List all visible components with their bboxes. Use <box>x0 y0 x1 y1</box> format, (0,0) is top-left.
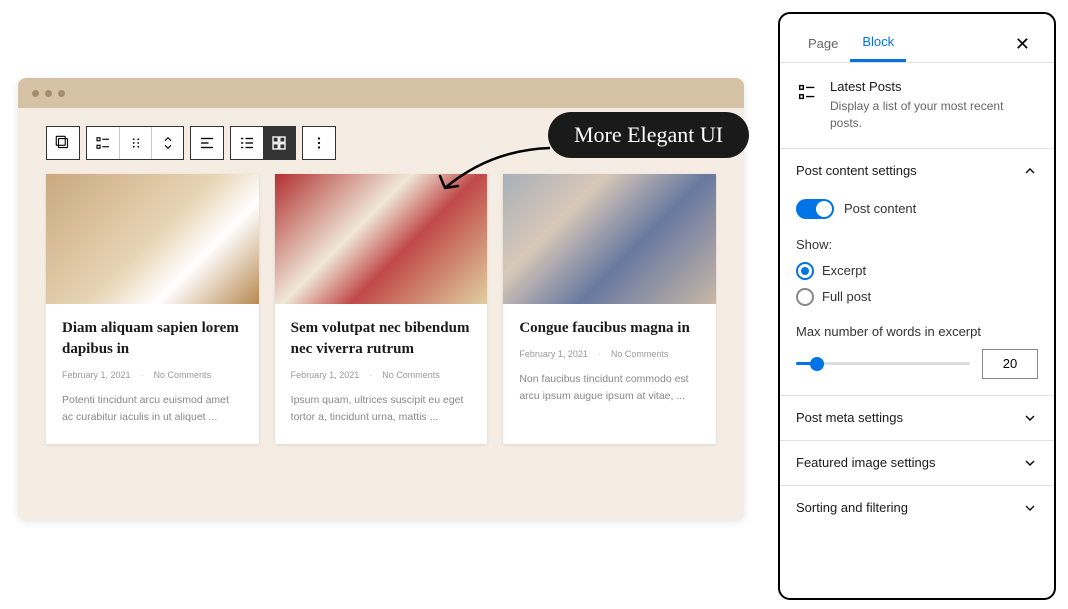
post-comments[interactable]: No Comments <box>154 370 212 380</box>
tab-block[interactable]: Block <box>850 26 906 62</box>
window-dot <box>58 90 65 97</box>
section-post-content[interactable]: Post content settings <box>780 148 1054 193</box>
posts-grid: Diam aliquam sapien lorem dapibus in Feb… <box>46 174 716 444</box>
excerpt-words-input[interactable] <box>982 349 1038 379</box>
chevron-down-icon <box>1022 500 1038 516</box>
post-card[interactable]: Congue faucibus magna in February 1, 202… <box>503 174 716 444</box>
post-comments[interactable]: No Comments <box>382 370 440 380</box>
section-sorting-filtering[interactable]: Sorting and filtering <box>780 485 1054 530</box>
latest-posts-icon <box>796 81 818 103</box>
post-title[interactable]: Diam aliquam sapien lorem dapibus in <box>62 318 243 360</box>
radio-excerpt[interactable]: Excerpt <box>796 262 1038 280</box>
show-label: Show: <box>796 237 1038 252</box>
post-featured-image <box>46 174 259 304</box>
radio-icon <box>796 262 814 280</box>
window-dot <box>32 90 39 97</box>
post-comments[interactable]: No Comments <box>611 349 669 359</box>
toggle-label: Post content <box>844 201 916 216</box>
list-view-button[interactable] <box>87 127 119 159</box>
post-excerpt: Ipsum quam, ultrices suscipit eu eget to… <box>291 392 472 426</box>
post-content-toggle[interactable] <box>796 199 834 219</box>
move-up-down-button[interactable] <box>151 127 183 159</box>
panel-tabs: Page Block ✕ <box>780 14 1054 63</box>
post-title[interactable]: Congue faucibus magna in <box>519 318 700 339</box>
post-meta: February 1, 2021 · No Comments <box>519 349 700 359</box>
post-card[interactable]: Diam aliquam sapien lorem dapibus in Feb… <box>46 174 259 444</box>
block-type-button[interactable] <box>47 127 79 159</box>
post-card[interactable]: Sem volutpat nec bibendum nec viverra ru… <box>275 174 488 444</box>
post-excerpt: Potenti tincidunt arcu euismod amet ac c… <box>62 392 243 426</box>
post-meta: February 1, 2021 · No Comments <box>291 370 472 380</box>
block-header: Latest Posts Display a list of your most… <box>780 63 1054 148</box>
post-meta: February 1, 2021 · No Comments <box>62 370 243 380</box>
settings-panel: Page Block ✕ Latest Posts Display a list… <box>778 12 1056 600</box>
slider-thumb[interactable] <box>810 357 824 371</box>
close-icon[interactable]: ✕ <box>1007 30 1038 59</box>
more-options-button[interactable] <box>303 127 335 159</box>
post-title[interactable]: Sem volutpat nec bibendum nec viverra ru… <box>291 318 472 360</box>
layout-list-button[interactable] <box>231 127 263 159</box>
block-description: Display a list of your most recent posts… <box>830 98 1038 132</box>
slider-label: Max number of words in excerpt <box>796 324 1038 339</box>
move-handle-button[interactable] <box>119 127 151 159</box>
radio-full-post[interactable]: Full post <box>796 288 1038 306</box>
align-button[interactable] <box>191 127 223 159</box>
post-date: February 1, 2021 <box>291 370 360 380</box>
callout-bubble: More Elegant UI <box>548 112 749 158</box>
section-post-meta[interactable]: Post meta settings <box>780 395 1054 440</box>
arrow-icon <box>430 140 560 210</box>
layout-grid-button[interactable] <box>263 127 295 159</box>
block-name: Latest Posts <box>830 79 1038 94</box>
tab-page[interactable]: Page <box>796 28 850 61</box>
chevron-down-icon <box>1022 455 1038 471</box>
chevron-up-icon <box>1022 163 1038 179</box>
excerpt-words-slider[interactable] <box>796 362 970 365</box>
post-date: February 1, 2021 <box>519 349 588 359</box>
post-excerpt: Non faucibus tincidunt commodo est arcu … <box>519 371 700 405</box>
post-date: February 1, 2021 <box>62 370 131 380</box>
section-featured-image[interactable]: Featured image settings <box>780 440 1054 485</box>
block-toolbar <box>46 126 336 160</box>
chevron-down-icon <box>1022 410 1038 426</box>
radio-icon <box>796 288 814 306</box>
window-dot <box>45 90 52 97</box>
section-body: Post content Show: Excerpt Full post Max… <box>780 193 1054 395</box>
window-titlebar <box>18 78 744 108</box>
